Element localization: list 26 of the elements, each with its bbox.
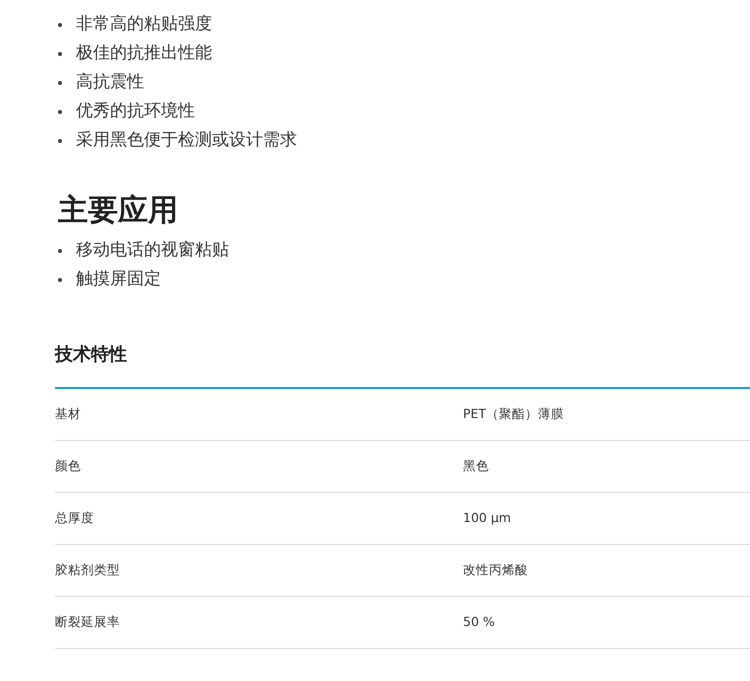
list-item: 优秀的抗环境性 <box>76 100 195 123</box>
spec-value: 50 % <box>463 613 495 632</box>
bullet-icon <box>58 248 62 252</box>
bullet-icon <box>58 138 62 142</box>
section-heading: 主要应用 <box>58 192 179 230</box>
spec-label: 胶粘剂类型 <box>55 561 121 580</box>
bullet-icon <box>58 110 62 114</box>
list-item: 移动电话的视窗粘贴 <box>76 239 229 262</box>
list-item: 触摸屏固定 <box>76 268 161 291</box>
spec-value: PET（聚酯）薄膜 <box>463 405 564 424</box>
list-item: 极佳的抗推出性能 <box>76 42 212 65</box>
spec-label: 断裂延展率 <box>55 613 121 632</box>
bullet-icon <box>58 278 62 282</box>
spec-value: 改性丙烯酸 <box>463 561 528 580</box>
section-heading: 技术特性 <box>55 343 128 367</box>
spec-label: 颜色 <box>55 457 82 476</box>
spec-value: 100 µm <box>463 509 511 528</box>
list-item: 非常高的粘贴强度 <box>76 13 212 36</box>
spec-label: 基材 <box>55 405 82 424</box>
bullet-icon <box>58 52 62 56</box>
bullet-icon <box>58 22 62 26</box>
spec-value: 黑色 <box>463 457 489 476</box>
spec-label: 总厚度 <box>55 509 95 528</box>
list-item: 高抗震性 <box>76 71 144 94</box>
list-item: 采用黑色便于检测或设计需求 <box>76 129 297 152</box>
bullet-icon <box>58 80 62 84</box>
